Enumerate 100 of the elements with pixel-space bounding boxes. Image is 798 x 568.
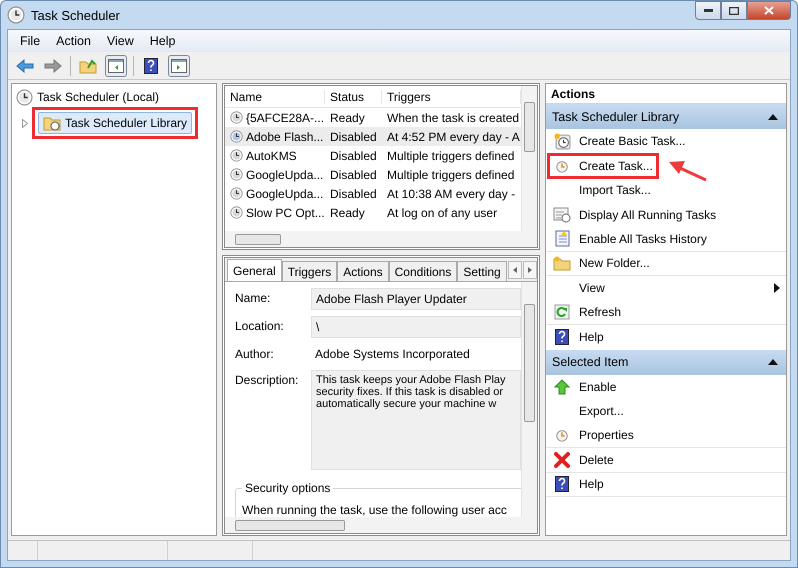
notepad-icon <box>554 230 570 248</box>
column-header[interactable]: Status <box>325 90 382 104</box>
refresh-icon <box>554 304 570 320</box>
menu-item[interactable]: Action <box>50 32 97 50</box>
clock-icon <box>230 149 243 162</box>
collapse-icon[interactable] <box>768 114 778 120</box>
table-cell-text: Disabled <box>329 186 378 200</box>
folder-clock-icon <box>43 115 61 131</box>
table-cell-text: At 10:38 AM every day - <box>386 186 516 200</box>
tree-item[interactable]: Task Scheduler (Local) <box>37 90 160 104</box>
list-clock-icon <box>553 206 571 223</box>
field-label: Description: <box>235 372 300 387</box>
vertical-scrollbar[interactable] <box>521 282 537 517</box>
group-title: Security options <box>242 481 334 495</box>
table-cell-text: When the task is created <box>386 110 520 124</box>
command-link[interactable]: Display All Running Tasks <box>553 206 716 224</box>
clock-icon <box>555 158 569 173</box>
horizontal-scrollbar[interactable] <box>225 517 537 533</box>
task-row[interactable]: AutoKMS Disabled Multiple triggers defined <box>225 146 521 165</box>
left-arrow-icon <box>513 267 517 273</box>
section-header[interactable]: Task Scheduler Library <box>546 104 786 129</box>
horizontal-scrollbar[interactable] <box>225 231 537 247</box>
table-cell-text: Ready <box>329 206 366 220</box>
minimize-button[interactable] <box>695 1 721 20</box>
command-link[interactable]: View <box>553 280 605 296</box>
minimize-icon <box>704 9 712 12</box>
tab[interactable]: Actions <box>337 261 389 281</box>
collapse-icon[interactable] <box>768 359 778 365</box>
command-link[interactable]: Enable <box>553 378 616 396</box>
tab-scroll-left-button[interactable] <box>508 261 522 279</box>
tree-item[interactable]: Task Scheduler Library <box>38 112 192 134</box>
command-link[interactable]: Help <box>553 328 604 346</box>
command-link[interactable]: Export... <box>553 403 624 420</box>
menu-item[interactable]: View <box>100 32 140 50</box>
author-value: Adobe Systems Incorporated <box>314 346 471 363</box>
menu-item[interactable]: Help <box>144 32 182 50</box>
command-link[interactable]: Import Task... <box>553 182 651 198</box>
section-header[interactable]: Selected Item <box>546 350 786 374</box>
clock-icon <box>230 206 243 219</box>
task-row[interactable]: GoogleUpda... Disabled At 10:38 AM every day - <box>225 184 521 203</box>
table-cell: GoogleUpda... <box>225 186 325 200</box>
table-cell-text: Ready <box>329 110 366 124</box>
tab[interactable]: General <box>227 259 282 281</box>
tab-scroll-right-button[interactable] <box>523 261 537 279</box>
name-field[interactable]: Adobe Flash Player Updater <box>311 288 521 310</box>
action-pane-toggle-button[interactable] <box>168 54 190 76</box>
clock-icon <box>230 168 243 181</box>
command-link[interactable]: Create Basic Task... <box>553 132 686 151</box>
clock-icon <box>230 130 243 143</box>
field-label: Name: <box>235 290 272 305</box>
column-header[interactable]: Name <box>225 90 325 104</box>
maximize-button[interactable] <box>721 1 747 20</box>
help-icon <box>555 329 569 346</box>
clock-icon <box>230 111 243 124</box>
table-cell-text: Multiple triggers defined <box>386 148 516 162</box>
table-cell: {5AFCE28A-... <box>225 110 325 124</box>
field-label: Author: <box>235 346 275 361</box>
command-link[interactable]: Refresh <box>553 303 622 322</box>
command-link[interactable]: Create Task... <box>553 158 653 174</box>
close-icon <box>764 6 774 15</box>
clock-icon <box>16 88 33 106</box>
help-icon <box>144 58 158 74</box>
help-icon <box>555 476 569 492</box>
pointer-arrow <box>668 160 708 182</box>
maximize-icon <box>729 6 739 14</box>
description-field[interactable]: This task keeps your Adobe Flash Play security fixes. If this task is disabled or automatically secure your machine w <box>311 370 521 470</box>
vertical-scrollbar[interactable] <box>521 86 537 231</box>
table-cell: AutoKMS <box>225 148 325 162</box>
table-cell-text: Disabled <box>329 148 378 162</box>
table-cell-text: Disabled <box>329 130 378 144</box>
command-link[interactable]: Enable All Tasks History <box>553 229 707 248</box>
field-label: Location: <box>235 318 285 333</box>
menu-item[interactable]: File <box>14 32 46 50</box>
location-field: \ <box>311 316 521 338</box>
table-cell: Adobe Flash... <box>225 130 325 144</box>
table-cell: Slow PC Opt... <box>225 206 325 220</box>
command-link[interactable]: Delete <box>553 450 614 470</box>
task-row[interactable]: GoogleUpda... Disabled Multiple triggers defined <box>225 165 521 184</box>
command-link[interactable]: Properties <box>553 427 634 444</box>
console-tree-toggle-button[interactable] <box>105 54 127 76</box>
tab[interactable]: Conditions <box>388 261 458 281</box>
clock-icon <box>7 6 25 24</box>
task-row[interactable]: {5AFCE28A-... Ready When the task is created <box>225 108 521 127</box>
table-cell-text: At log on of any user <box>386 206 498 220</box>
table-cell: GoogleUpda... <box>225 168 325 182</box>
command-link[interactable]: New Folder... <box>553 254 650 272</box>
table-cell-text: Multiple triggers defined <box>386 168 516 182</box>
clock-icon <box>230 187 243 200</box>
window-title: Task Scheduler <box>31 8 121 22</box>
tab[interactable]: Setting <box>457 261 507 281</box>
close-button[interactable] <box>747 1 791 20</box>
tab[interactable]: Triggers <box>282 261 338 281</box>
task-row[interactable]: Adobe Flash... Disabled At 4:52 PM every day - A <box>225 127 521 146</box>
table-cell-text: At 4:52 PM every day - A <box>386 130 521 144</box>
delete-icon <box>553 450 571 469</box>
right-arrow-icon <box>528 267 532 273</box>
expand-arrow-icon[interactable] <box>22 118 28 128</box>
task-row[interactable]: Slow PC Opt... Ready At log on of any user <box>225 203 521 222</box>
folder-icon <box>553 256 571 271</box>
command-link[interactable]: Help <box>553 475 604 494</box>
